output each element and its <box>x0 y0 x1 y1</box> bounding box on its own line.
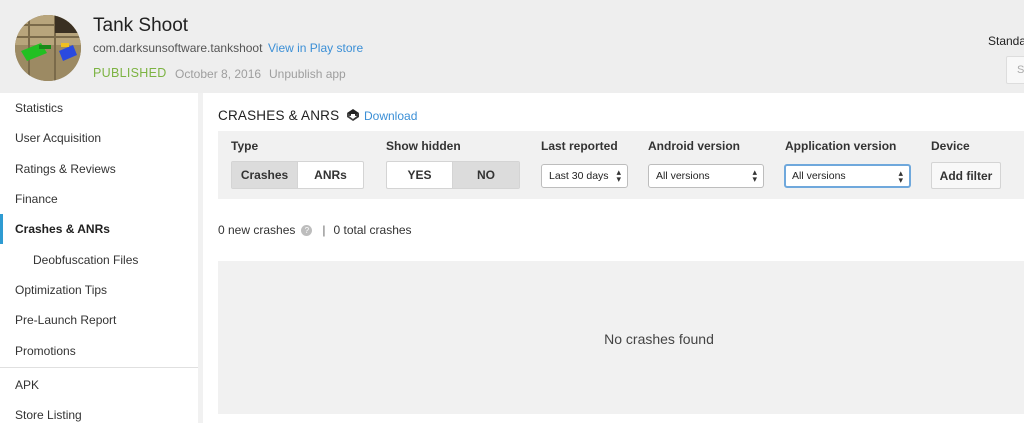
sidebar-item-user-acquisition[interactable]: User Acquisition <box>0 123 198 153</box>
add-filter-button[interactable]: Add filter <box>931 162 1001 189</box>
total-crashes-count: 0 total crashes <box>333 223 412 237</box>
show-hidden-no-button[interactable]: NO <box>453 162 519 188</box>
android-version-select[interactable]: All versions ▴ ▾ <box>648 164 764 188</box>
sidebar-item-store-listing[interactable]: Store Listing <box>0 400 198 423</box>
type-toggle: Crashes ANRs <box>231 161 364 189</box>
sidebar-item-apk[interactable]: APK <box>0 370 198 400</box>
select-arrows-icon: ▴ ▾ <box>616 167 621 184</box>
app-header: Tank Shoot com.darksunsoftware.tankshoot… <box>0 0 1024 93</box>
app-version-value: All versions <box>792 170 846 182</box>
last-reported-select[interactable]: Last 30 days ▴ ▾ <box>541 164 628 188</box>
show-hidden-label: Show hidden <box>386 139 461 153</box>
page-title: CRASHES & ANRS <box>218 108 340 123</box>
sidebar-item-optimization-tips[interactable]: Optimization Tips <box>0 275 198 305</box>
select-arrows-icon: ▴ ▾ <box>752 167 757 184</box>
app-version-select[interactable]: All versions ▴ ▾ <box>784 164 911 188</box>
type-filter-label: Type <box>231 139 259 153</box>
unpublish-app-link[interactable]: Unpublish app <box>269 67 346 81</box>
show-hidden-toggle: YES NO <box>386 161 520 189</box>
sidebar-item-statistics[interactable]: Statistics <box>0 93 198 123</box>
crash-summary: 0 new crashes ? | 0 total crashes <box>218 223 412 237</box>
main-content: CRASHES & ANRS Download Type Crashes ANR… <box>203 93 1024 423</box>
summary-separator: | <box>322 223 326 237</box>
package-name: com.darksunsoftware.tankshoot <box>93 41 263 55</box>
sidebar-item-pre-launch-report[interactable]: Pre-Launch Report <box>0 305 198 335</box>
filter-bar: Type Crashes ANRs Show hidden YES NO Las… <box>218 131 1024 199</box>
help-icon[interactable]: ? <box>301 224 313 236</box>
show-hidden-yes-button[interactable]: YES <box>387 162 453 188</box>
sidebar-item-finance[interactable]: Finance <box>0 184 198 214</box>
published-status: PUBLISHED <box>93 66 167 80</box>
type-anrs-button[interactable]: ANRs <box>298 162 363 188</box>
sidebar-item-deobfuscation-files[interactable]: Deobfuscation Files <box>0 245 198 275</box>
app-version-label: Application version <box>785 139 897 153</box>
sidebar-nav: Statistics User Acquisition Ratings & Re… <box>0 93 198 423</box>
sidebar-divider <box>0 367 198 368</box>
new-crashes-count: 0 new crashes <box>218 223 296 237</box>
select-arrows-icon: ▴ ▾ <box>898 168 903 185</box>
view-in-play-store-link[interactable]: View in Play store <box>268 41 363 55</box>
last-reported-value: Last 30 days <box>549 170 609 182</box>
android-version-value: All versions <box>656 170 710 182</box>
device-label: Device <box>931 139 970 153</box>
empty-state-message: No crashes found <box>604 331 714 347</box>
android-version-label: Android version <box>648 139 741 153</box>
last-reported-label: Last reported <box>541 139 618 153</box>
app-title: Tank Shoot <box>93 15 189 36</box>
header-right-button[interactable]: S <box>1006 56 1024 84</box>
download-link[interactable]: Download <box>364 109 417 123</box>
crashes-list-empty-panel: No crashes found <box>218 261 1024 414</box>
sidebar-item-ratings-reviews[interactable]: Ratings & Reviews <box>0 154 198 184</box>
download-icon[interactable] <box>346 108 360 122</box>
header-right-label: Standa <box>988 34 1024 48</box>
sidebar-item-promotions[interactable]: Promotions <box>0 336 198 366</box>
publish-date: October 8, 2016 <box>175 67 262 81</box>
app-icon <box>15 15 81 81</box>
sidebar-item-crashes-anrs[interactable]: Crashes & ANRs <box>0 214 198 244</box>
type-crashes-button[interactable]: Crashes <box>232 162 298 188</box>
